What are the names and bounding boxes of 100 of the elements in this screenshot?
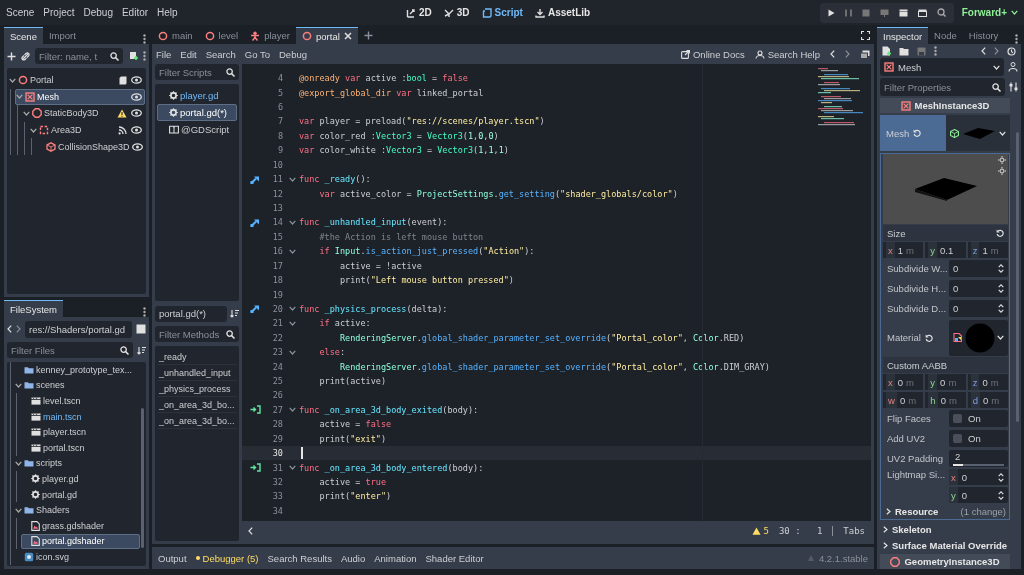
caret-down-icon[interactable] <box>15 507 22 513</box>
section-header[interactable]: Resource (1 change) <box>883 504 1008 518</box>
sort-icon[interactable] <box>137 345 146 355</box>
revert-icon[interactable] <box>913 129 922 137</box>
chevron-right-icon[interactable] <box>994 47 999 55</box>
link-icon[interactable] <box>21 51 30 61</box>
chevron-left-icon[interactable] <box>830 50 835 58</box>
kebab-menu-icon[interactable] <box>1015 34 1018 44</box>
method-item[interactable]: _unhandled_input <box>157 365 237 381</box>
signal-connection-icon[interactable] <box>250 463 261 473</box>
spin-arrows-icon[interactable] <box>998 284 1004 293</box>
menu-item[interactable]: Help <box>157 7 178 18</box>
checkbox[interactable]: On <box>949 410 1008 427</box>
kebab-menu-icon[interactable] <box>143 307 146 317</box>
spin-box[interactable]: 0 <box>949 260 1008 277</box>
tree-item[interactable]: CollisionShape3D <box>36 138 145 155</box>
close-icon[interactable] <box>343 32 352 40</box>
workspace-button[interactable]: 2D <box>406 7 432 18</box>
chevron-right-icon[interactable] <box>845 50 850 58</box>
clapperboard-icon[interactable] <box>898 8 908 17</box>
menu-item[interactable]: Scene <box>6 7 35 18</box>
tree-item[interactable]: kenney_prototype_tex... <box>14 362 140 378</box>
filter-field[interactable]: Filter Properties <box>880 78 1005 96</box>
node-tree-icon[interactable] <box>1008 62 1018 72</box>
monitor-icon[interactable] <box>879 8 889 17</box>
renderer-dropdown[interactable]: Forward+ <box>961 7 1018 18</box>
number-field[interactable]: w 0 m <box>883 392 924 408</box>
kebab-menu-icon[interactable] <box>934 46 937 56</box>
menu-item[interactable]: Search <box>205 48 236 60</box>
panel-tab[interactable]: Output <box>158 552 187 564</box>
tune-icon[interactable] <box>1009 82 1018 92</box>
history-icon[interactable] <box>1007 46 1016 56</box>
toggle-panel-icon[interactable] <box>860 49 870 59</box>
panel-tab[interactable]: Debugger (5) <box>195 552 259 564</box>
menu-item[interactable]: File <box>156 48 172 60</box>
caret-right-icon[interactable] <box>886 507 891 515</box>
scrollbar-thumb[interactable] <box>141 408 144 548</box>
method-item[interactable]: _on_area_3d_bo... <box>157 397 237 413</box>
filter-field[interactable]: Filter: name, t <box>35 48 123 64</box>
tree-item[interactable]: portal.gdshader <box>21 533 140 550</box>
light-icon[interactable] <box>998 156 1006 164</box>
tree-item[interactable]: icon.svg <box>14 549 140 565</box>
editor-tab[interactable]: main <box>152 27 199 44</box>
tree-item[interactable]: player.tscn <box>21 424 140 440</box>
new-resource-icon[interactable] <box>882 46 891 56</box>
dock-tab[interactable]: Scene <box>4 27 43 44</box>
tree-item[interactable]: portal.gd <box>21 486 140 503</box>
menu-item[interactable]: Editor <box>121 7 149 18</box>
save-icon[interactable] <box>917 46 926 56</box>
panel-tab[interactable]: Animation <box>374 552 417 564</box>
filter-field[interactable]: Filter Methods <box>155 326 239 342</box>
editor-tab[interactable]: player <box>244 27 296 44</box>
number-field[interactable]: z 0 m <box>967 374 1008 390</box>
caret-down-icon[interactable] <box>15 382 22 388</box>
minimap-drawing[interactable] <box>818 68 863 128</box>
workspace-button[interactable]: AssetLib <box>534 7 591 18</box>
tree-item[interactable]: player.gd <box>21 471 140 487</box>
panel-tab[interactable]: Audio <box>340 552 366 564</box>
filter-field[interactable]: Filter Files <box>7 342 133 358</box>
dock-tab[interactable]: FileSystem <box>4 300 63 317</box>
revert-icon[interactable] <box>996 229 1004 237</box>
number-field[interactable]: d 0 m <box>967 392 1008 408</box>
method-item[interactable]: _ready <box>157 349 237 365</box>
play-icon[interactable] <box>827 8 835 17</box>
tree-item[interactable]: @GDScript <box>157 121 237 138</box>
tree-item[interactable]: Shaders <box>14 502 140 518</box>
menu-item[interactable]: Debug <box>279 48 307 60</box>
signal-icon[interactable] <box>118 125 127 135</box>
tree-item[interactable]: portal.gd(*) <box>157 104 237 121</box>
dock-tab[interactable]: Import <box>42 27 82 44</box>
caret-down-icon[interactable] <box>23 111 30 116</box>
section-header[interactable]: Skeleton <box>880 522 1010 536</box>
warning-counter[interactable]: 5 <box>751 526 769 536</box>
light-icon[interactable] <box>998 167 1006 175</box>
indentation-mode[interactable]: Tabs <box>843 526 865 536</box>
panel-tab[interactable]: Search Results <box>267 552 332 564</box>
spin-arrows-icon[interactable] <box>998 472 1004 482</box>
sort-icon[interactable] <box>230 309 239 318</box>
menu-item[interactable]: Go To <box>244 48 270 60</box>
checkbox[interactable]: On <box>949 430 1008 447</box>
menu-item[interactable]: Debug <box>83 7 113 18</box>
open-folder-icon[interactable] <box>899 46 909 56</box>
number-field[interactable]: y 0 m <box>925 374 966 390</box>
caret-down-icon[interactable] <box>1011 10 1018 15</box>
tree-item[interactable]: Portal <box>8 72 145 89</box>
number-field[interactable]: z 1 m <box>967 242 1008 258</box>
dock-tab[interactable]: History <box>962 27 1005 44</box>
method-item[interactable]: _on_area_3d_bo... <box>157 413 237 429</box>
scrollbar-thumb[interactable] <box>1016 132 1019 422</box>
workspace-button[interactable]: 3D <box>443 7 470 18</box>
menu-item[interactable]: Project <box>43 7 75 18</box>
clapperboard-icon[interactable] <box>917 8 927 17</box>
caret-down-icon[interactable] <box>15 460 22 466</box>
tree-item[interactable]: grass.gdshader <box>21 517 140 534</box>
menu-item[interactable]: Edit <box>180 48 197 60</box>
spin-arrows-icon[interactable] <box>998 490 1004 500</box>
script-icon[interactable] <box>119 75 127 85</box>
dock-tab[interactable]: Node <box>928 27 963 44</box>
tree-item[interactable]: scenes <box>14 377 140 394</box>
help-link[interactable]: Online Docs <box>680 48 745 60</box>
